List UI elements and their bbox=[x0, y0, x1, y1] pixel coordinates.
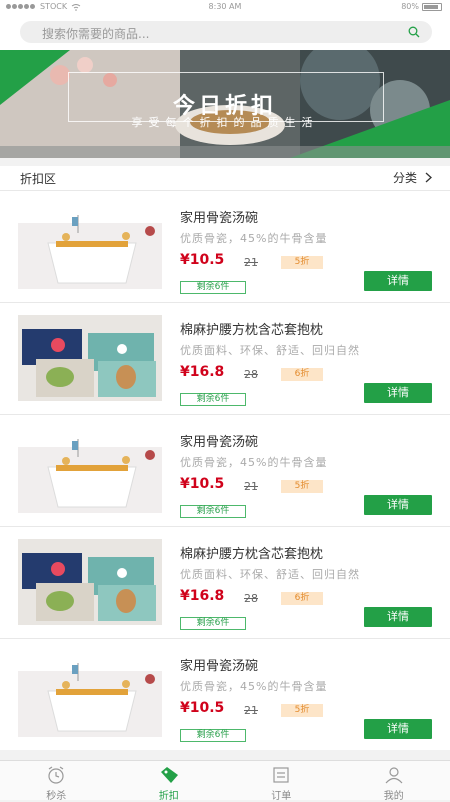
discount-badge: 6折 bbox=[281, 592, 323, 605]
status-bar: STOCK 8:30 AM 80% bbox=[0, 0, 450, 14]
details-button[interactable]: 详情 bbox=[364, 271, 432, 291]
product-name: 棉麻护腰方枕含芯套抱枕 bbox=[180, 543, 323, 562]
details-button[interactable]: 详情 bbox=[364, 607, 432, 627]
stock-badge: 剩余6件 bbox=[180, 505, 246, 518]
user-icon bbox=[384, 766, 404, 784]
section-title: 折扣区 bbox=[20, 170, 56, 187]
product-price: ¥10.5 bbox=[180, 700, 224, 716]
product-image[interactable] bbox=[18, 427, 162, 513]
clock-icon bbox=[46, 766, 66, 784]
tab-order[interactable]: 订单 bbox=[225, 761, 338, 800]
product-description: 优质面料、环保、舒适、回归自然 bbox=[180, 342, 360, 358]
stock-badge: 剩余6件 bbox=[180, 393, 246, 406]
search-input[interactable]: 搜索你需要的商品... bbox=[20, 21, 432, 43]
discount-badge: 5折 bbox=[281, 704, 323, 717]
stock-badge: 剩余6件 bbox=[180, 281, 246, 294]
battery-label: 80% bbox=[401, 2, 419, 11]
product-card[interactable]: 棉麻护腰方枕含芯套抱枕优质面料、环保、舒适、回归自然 ¥16.8 28 6折剩余6件 详… bbox=[0, 302, 450, 414]
product-description: 优质骨瓷，45%的牛骨含量 bbox=[180, 678, 327, 694]
category-link[interactable]: 分类 bbox=[393, 169, 432, 186]
details-button[interactable]: 详情 bbox=[364, 719, 432, 739]
order-icon bbox=[271, 766, 291, 784]
details-button[interactable]: 详情 bbox=[364, 495, 432, 515]
banner-subtitle: 享受每个折扣的品质生活 bbox=[0, 114, 450, 130]
product-description: 优质骨瓷，45%的牛骨含量 bbox=[180, 230, 327, 246]
search-icon[interactable] bbox=[408, 26, 420, 38]
search-bar: 搜索你需要的商品... bbox=[0, 14, 450, 50]
product-name: 棉麻护腰方枕含芯套抱枕 bbox=[180, 319, 323, 338]
battery-info: 80% bbox=[401, 2, 442, 11]
product-name: 家用骨瓷汤碗 bbox=[180, 431, 258, 450]
bottom-tab-bar: 秒杀折扣订单我的 bbox=[0, 760, 450, 800]
product-price: ¥10.5 bbox=[180, 476, 224, 492]
battery-icon bbox=[422, 3, 442, 11]
product-card[interactable]: 棉麻护腰方枕含芯套抱枕优质面料、环保、舒适、回归自然 ¥16.8 28 6折剩余6件 详… bbox=[0, 526, 450, 638]
chevron-right-icon bbox=[425, 172, 432, 183]
product-card[interactable]: 家用骨瓷汤碗优质骨瓷，45%的牛骨含量 ¥10.5 21 5折剩余6件 详情 bbox=[0, 638, 450, 750]
product-card[interactable]: 家用骨瓷汤碗优质骨瓷，45%的牛骨含量 ¥10.5 21 5折剩余6件 详情 bbox=[0, 414, 450, 526]
search-placeholder: 搜索你需要的商品... bbox=[42, 25, 149, 42]
details-button[interactable]: 详情 bbox=[364, 383, 432, 403]
original-price: 21 bbox=[244, 704, 258, 717]
original-price: 21 bbox=[244, 480, 258, 493]
product-name: 家用骨瓷汤碗 bbox=[180, 207, 258, 226]
promo-banner[interactable]: 今日折扣 享受每个折扣的品质生活 bbox=[0, 50, 450, 158]
product-description: 优质面料、环保、舒适、回归自然 bbox=[180, 566, 360, 582]
stock-badge: 剩余6件 bbox=[180, 729, 246, 742]
original-price: 28 bbox=[244, 368, 258, 381]
original-price: 21 bbox=[244, 256, 258, 269]
tab-tag[interactable]: 折扣 bbox=[113, 761, 226, 800]
product-card[interactable]: 家用骨瓷汤碗优质骨瓷，45%的牛骨含量 ¥10.5 21 5折剩余6件 详情 bbox=[0, 190, 450, 302]
product-image[interactable] bbox=[18, 315, 162, 401]
discount-badge: 5折 bbox=[281, 256, 323, 269]
stock-badge: 剩余6件 bbox=[180, 617, 246, 630]
discount-badge: 6折 bbox=[281, 368, 323, 381]
tab-user[interactable]: 我的 bbox=[338, 761, 450, 800]
product-image[interactable] bbox=[18, 539, 162, 625]
product-price: ¥10.5 bbox=[180, 252, 224, 268]
discount-section-header: 折扣区 分类 bbox=[0, 166, 450, 190]
product-price: ¥16.8 bbox=[180, 364, 224, 380]
tag-icon bbox=[159, 766, 179, 784]
original-price: 28 bbox=[244, 592, 258, 605]
product-name: 家用骨瓷汤碗 bbox=[180, 655, 258, 674]
product-image[interactable] bbox=[18, 651, 162, 737]
discount-badge: 5折 bbox=[281, 480, 323, 493]
tab-clock[interactable]: 秒杀 bbox=[0, 761, 113, 800]
product-list: 家用骨瓷汤碗优质骨瓷，45%的牛骨含量¥10.5215折剩余6件详情 棉麻护腰方… bbox=[0, 190, 450, 750]
category-label: 分类 bbox=[393, 169, 417, 186]
product-price: ¥16.8 bbox=[180, 588, 224, 604]
product-image[interactable] bbox=[18, 203, 162, 289]
clock-time: 8:30 AM bbox=[0, 2, 450, 11]
product-description: 优质骨瓷，45%的牛骨含量 bbox=[180, 454, 327, 470]
